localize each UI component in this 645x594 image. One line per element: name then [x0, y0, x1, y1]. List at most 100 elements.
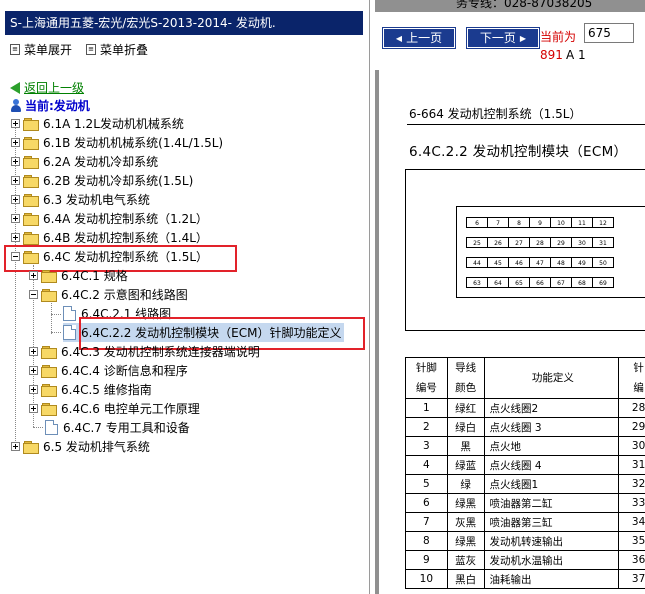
folder-icon — [41, 402, 57, 416]
tree-node-6-4c-7[interactable]: 6.4C.7 专用工具和设备 — [45, 418, 190, 437]
pin-label: 64 — [487, 277, 509, 288]
expand-plus-icon[interactable] — [11, 138, 20, 147]
wire-color-cell: 绿 — [446, 474, 485, 494]
pin-label: 7 — [487, 217, 509, 228]
tree-node-6-5[interactable]: 6.5 发动机排气系统 — [11, 437, 150, 456]
expand-menu-button[interactable]: ≡ 菜单展开 — [10, 41, 72, 58]
folder-icon — [23, 440, 39, 454]
wire-color-cell: 绿黑 — [446, 493, 485, 513]
document-subtitle: 6.4C.2.2 发动机控制模块（ECM） — [409, 144, 628, 160]
tree-pane: S-上海通用五菱-宏光/宏光S-2013-2014- 发动机. ≡ 菜单展开 ≡… — [0, 0, 370, 594]
pin-number-cell-2: 35 — [618, 531, 645, 551]
pin-label: 46 — [508, 257, 530, 268]
current-location: 当前:发动机 — [10, 97, 90, 114]
expand-plus-icon[interactable] — [11, 214, 20, 223]
pin-label: 12 — [592, 217, 614, 228]
table-row: 4 绿蓝 点火线圈 4 31 — [405, 455, 645, 475]
expand-plus-icon[interactable] — [11, 157, 20, 166]
tree-node-label: 6.4C.4 诊断信息和程序 — [61, 364, 188, 378]
function-cell: 油耗输出 — [483, 569, 620, 589]
expand-plus-icon[interactable] — [29, 404, 38, 413]
table-row: 2 绿白 点火线圈 3 29 — [405, 417, 645, 437]
tree-node-6-4c-3[interactable]: 6.4C.3 发动机控制系统连接器端说明 — [29, 342, 260, 361]
pin-number-cell: 8 — [405, 531, 448, 551]
folder-icon — [23, 136, 39, 150]
current-page-label: 当前为 — [540, 30, 577, 44]
page-navigation: ◀上一页 下一页▶ 当前为 891 A 1 — [375, 12, 645, 70]
table-row: 9 蓝灰 发动机水温输出 36 — [405, 550, 645, 570]
tree-node-6-4c-5[interactable]: 6.4C.5 维修指南 — [29, 380, 152, 399]
pin-row: 25 26 27 28 29 30 31 — [466, 237, 614, 248]
expand-plus-icon[interactable] — [11, 119, 20, 128]
function-cell: 点火线圈 4 — [483, 455, 620, 475]
function-cell: 发动机转速输出 — [483, 531, 620, 551]
pin-row: 44 45 46 47 48 49 50 — [466, 257, 614, 268]
pin-label: 6 — [466, 217, 488, 228]
expand-plus-icon[interactable] — [29, 347, 38, 356]
expand-plus-icon[interactable] — [11, 442, 20, 451]
folder-icon — [23, 212, 39, 226]
pin-label: 11 — [571, 217, 593, 228]
hotline-text: 务专线：028-87038205 — [456, 0, 593, 10]
tree-node-6-1a[interactable]: 6.1A 1.2L发动机机械系统 — [11, 114, 184, 133]
pin-label: 66 — [529, 277, 551, 288]
tree-node-6-4c-1[interactable]: 6.4C.1 规格 — [29, 266, 128, 285]
wire-color-cell: 绿黑 — [446, 531, 485, 551]
pin-number-cell: 6 — [405, 493, 448, 513]
tree-node-6-2a[interactable]: 6.2A 发动机冷却系统 — [11, 152, 158, 171]
tree-node-label: 6.5 发动机排气系统 — [43, 440, 150, 454]
table-header-row: 针脚 编号 导线 颜色 功能定义 针编 — [405, 357, 645, 399]
expand-plus-icon[interactable] — [29, 366, 38, 375]
table-row: 10 黑白 油耗输出 37 — [405, 569, 645, 589]
table-row: 5 绿点火线圈1 32 — [405, 474, 645, 494]
pin-label: 67 — [550, 277, 572, 288]
user-icon — [10, 99, 21, 112]
table-row: 3 黑点火地 30 — [405, 436, 645, 456]
pin-label: 10 — [550, 217, 572, 228]
pin-number-cell: 1 — [405, 398, 448, 418]
tree-node-6-4c-4[interactable]: 6.4C.4 诊断信息和程序 — [29, 361, 188, 380]
folder-icon — [23, 117, 39, 131]
page-number-input[interactable] — [584, 23, 634, 43]
collapse-menu-button[interactable]: ≡ 菜单折叠 — [86, 41, 148, 58]
tree-node-label: 6.2B 发动机冷却系统(1.5L) — [43, 174, 194, 188]
function-cell: 点火线圈 3 — [483, 417, 620, 437]
tree-node-label: 6.1A 1.2L发动机机械系统 — [43, 117, 184, 131]
expand-plus-icon[interactable] — [29, 271, 38, 280]
folder-icon — [41, 345, 57, 359]
wire-color-cell: 绿蓝 — [446, 455, 485, 475]
pin-number-header-2: 针编 — [618, 357, 645, 399]
tree-node-6-1b[interactable]: 6.1B 发动机机械系统(1.4L/1.5L) — [11, 133, 223, 152]
table-row: 1 绿红 点火线圈2 28 — [405, 398, 645, 418]
pin-label: 26 — [487, 237, 509, 248]
document-page: 6-664 发动机控制系统（1.5L） 6.4C.2.2 发动机控制模块（ECM… — [379, 70, 645, 594]
page-suffix: A 1 — [566, 48, 586, 62]
next-page-button[interactable]: 下一页 ▶ — [466, 27, 540, 49]
expand-plus-icon[interactable] — [29, 385, 38, 394]
pin-number-cell-2: 36 — [618, 550, 645, 570]
pin-label: 49 — [571, 257, 593, 268]
wire-color-cell: 绿白 — [446, 417, 485, 437]
pin-number-cell: 10 — [405, 569, 448, 589]
next-arrow-icon: ▶ — [519, 34, 527, 43]
document-icon — [45, 420, 58, 435]
tree-node-6-4c-2[interactable]: 6.4C.2 示意图和线路图 — [29, 285, 188, 304]
tree-node-6-3[interactable]: 6.3 发动机电气系统 — [11, 190, 150, 209]
prev-page-button[interactable]: ◀ 上一页 — [382, 27, 456, 49]
folder-icon — [41, 269, 57, 283]
back-link[interactable]: 返回上一级 — [10, 79, 84, 96]
pin-number-cell-2: 34 — [618, 512, 645, 532]
function-cell: 点火地 — [483, 436, 620, 456]
expand-plus-icon[interactable] — [11, 233, 20, 242]
wire-color-header: 导线 颜色 — [446, 357, 485, 399]
expand-plus-icon[interactable] — [11, 176, 20, 185]
collapse-minus-icon[interactable] — [29, 290, 38, 299]
expand-plus-icon[interactable] — [11, 195, 20, 204]
folder-icon — [23, 193, 39, 207]
pin-number-cell-2: 29 — [618, 417, 645, 437]
tree-node-6-4a[interactable]: 6.4A 发动机控制系统（1.2L） — [11, 209, 208, 228]
tree-node-6-2b[interactable]: 6.2B 发动机冷却系统(1.5L) — [11, 171, 193, 190]
tree-node-6-4c-6[interactable]: 6.4C.6 电控单元工作原理 — [29, 399, 200, 418]
table-row: 7 灰黑 喷油器第三缸 34 — [405, 512, 645, 532]
pin-label: 69 — [592, 277, 614, 288]
